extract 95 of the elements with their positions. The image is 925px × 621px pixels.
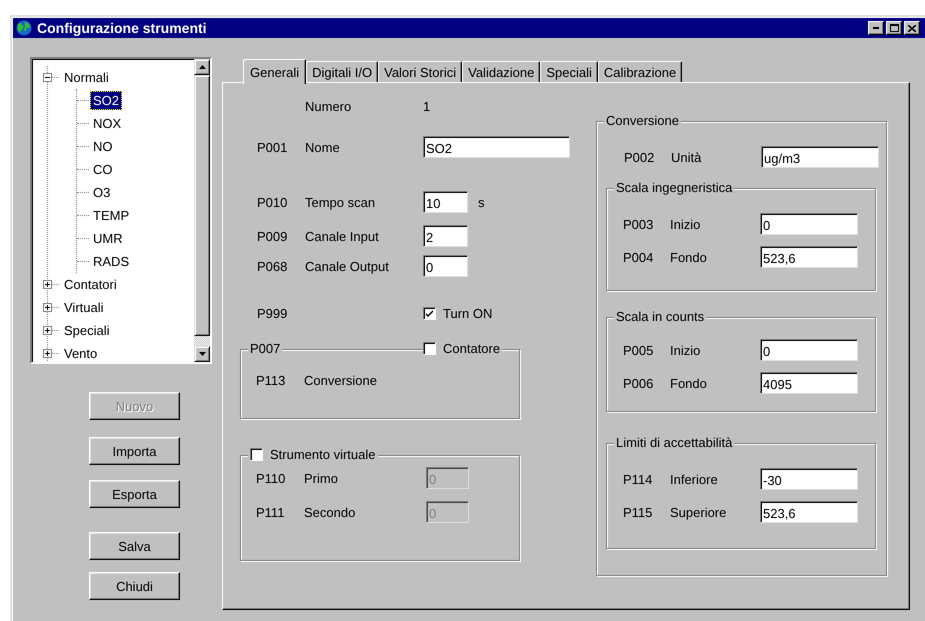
minimize-button[interactable] [868,21,884,35]
field-label: Inizio [670,216,702,232]
maximize-button[interactable] [886,21,902,35]
parameter-code: P113 [256,373,286,388]
dialog-button[interactable]: Importa [89,437,180,465]
field-label: Conversione [304,373,377,388]
checkbox[interactable] [250,448,263,461]
dialog-button[interactable]: Esporta [89,480,180,508]
scroll-down-button[interactable] [194,346,210,362]
tab[interactable]: Validazione [462,61,540,82]
scroll-up-button[interactable] [194,59,210,75]
parameter-code: P009 [257,228,288,244]
group-title: P007 [248,341,282,356]
tree-item[interactable]: Vento [61,344,100,362]
group-title: Scala ingegneristica [614,180,734,195]
tab[interactable]: Valori Storici [378,61,462,82]
tree-item[interactable]: Contatori [61,275,120,294]
field-label: Canale Output [305,258,390,274]
text-field[interactable]: 0 [760,339,858,361]
tree-item[interactable]: Speciali [61,321,113,340]
text-field[interactable]: 10 [423,191,468,213]
parameter-code: P010 [257,194,288,210]
field-label: Inferiore [670,472,719,486]
checkbox-label: Turn ON [443,306,492,320]
collapse-icon[interactable] [43,73,52,82]
group-title: Conversione [604,113,681,128]
field-label: Secondo [304,504,356,520]
text-field[interactable]: 523,6 [760,501,858,523]
field-label: Superiore [670,504,728,520]
tab[interactable]: Speciali [540,61,598,82]
up-arrow-icon [198,65,206,69]
down-arrow-icon [198,352,206,356]
number-value: 1 [423,98,430,114]
group-title: Limiti di accettabilità [614,435,734,450]
text-field[interactable]: -30 [760,468,858,490]
tree-item[interactable]: UMR [90,229,126,248]
tree-item[interactable]: SO2 [90,91,122,110]
checkbox[interactable] [423,306,436,320]
text-field[interactable]: 523,6 [760,246,858,268]
parameter-code: P005 [623,342,654,358]
field-label: Tempo scan [305,194,376,210]
expand-icon[interactable] [43,349,52,358]
text-field[interactable]: 0 [423,255,468,277]
field-label: Primo [304,470,339,486]
field-label: Numero [305,98,352,114]
text-field[interactable]: 4095 [760,372,858,394]
expand-icon[interactable] [43,303,52,312]
parameter-code: P114 [623,472,654,486]
maximize-icon [890,24,898,32]
window-title: Configurazione strumenti [37,20,208,36]
tree-item[interactable]: NOX [90,114,124,133]
tree-item[interactable]: NO [90,137,116,156]
checkbox-label: Contatore [443,341,500,356]
dialog-button[interactable]: Salva [89,532,180,560]
field-label: Fondo [670,376,708,390]
parameter-code: P002 [624,150,656,164]
field-label: Fondo [670,250,708,264]
check-icon [425,308,434,318]
parameter-code: P004 [623,250,654,264]
parameter-code: P999 [257,306,288,320]
text-field[interactable]: ug/m3 [761,146,879,168]
globe-icon [15,19,33,37]
parameter-code: P001 [257,140,288,154]
field-label: Inizio [670,342,702,358]
tree-item[interactable]: RADS [90,252,132,271]
field-label: Unità [671,150,702,164]
close-icon [908,24,916,32]
parameter-code: P068 [257,258,288,274]
tab[interactable]: Calibrazione [598,61,682,82]
tree-item[interactable]: O3 [90,183,114,202]
text-field[interactable]: 2 [423,225,468,247]
checkbox[interactable] [423,342,436,355]
group-title: Scala in counts [614,309,706,324]
tab[interactable]: Generali [243,59,306,84]
text-field[interactable]: SO2 [423,136,570,158]
field-label: Nome [305,140,341,154]
tree-item[interactable]: Normali [61,68,112,87]
close-button[interactable] [904,21,920,35]
tree-item[interactable]: TEMP [90,206,132,225]
expand-icon[interactable] [43,326,52,335]
dialog-button[interactable]: Chiudi [89,572,180,600]
parameter-code: P006 [623,376,654,390]
field-label: Canale Input [305,228,380,244]
unit-label: s [478,194,484,210]
tree-item[interactable]: CO [90,160,116,179]
text-field[interactable]: 0 [760,213,858,235]
tree-item[interactable]: Virtuali [61,298,107,317]
tab[interactable]: Digitali I/O [306,61,378,82]
parameter-code: P115 [623,504,654,520]
minimize-icon [873,27,879,29]
parameter-code: P003 [623,216,654,232]
parameter-code: P111 [256,504,286,520]
parameter-code: P110 [256,470,286,486]
checkbox-label: Strumento virtuale [270,447,376,462]
expand-icon[interactable] [43,280,52,289]
